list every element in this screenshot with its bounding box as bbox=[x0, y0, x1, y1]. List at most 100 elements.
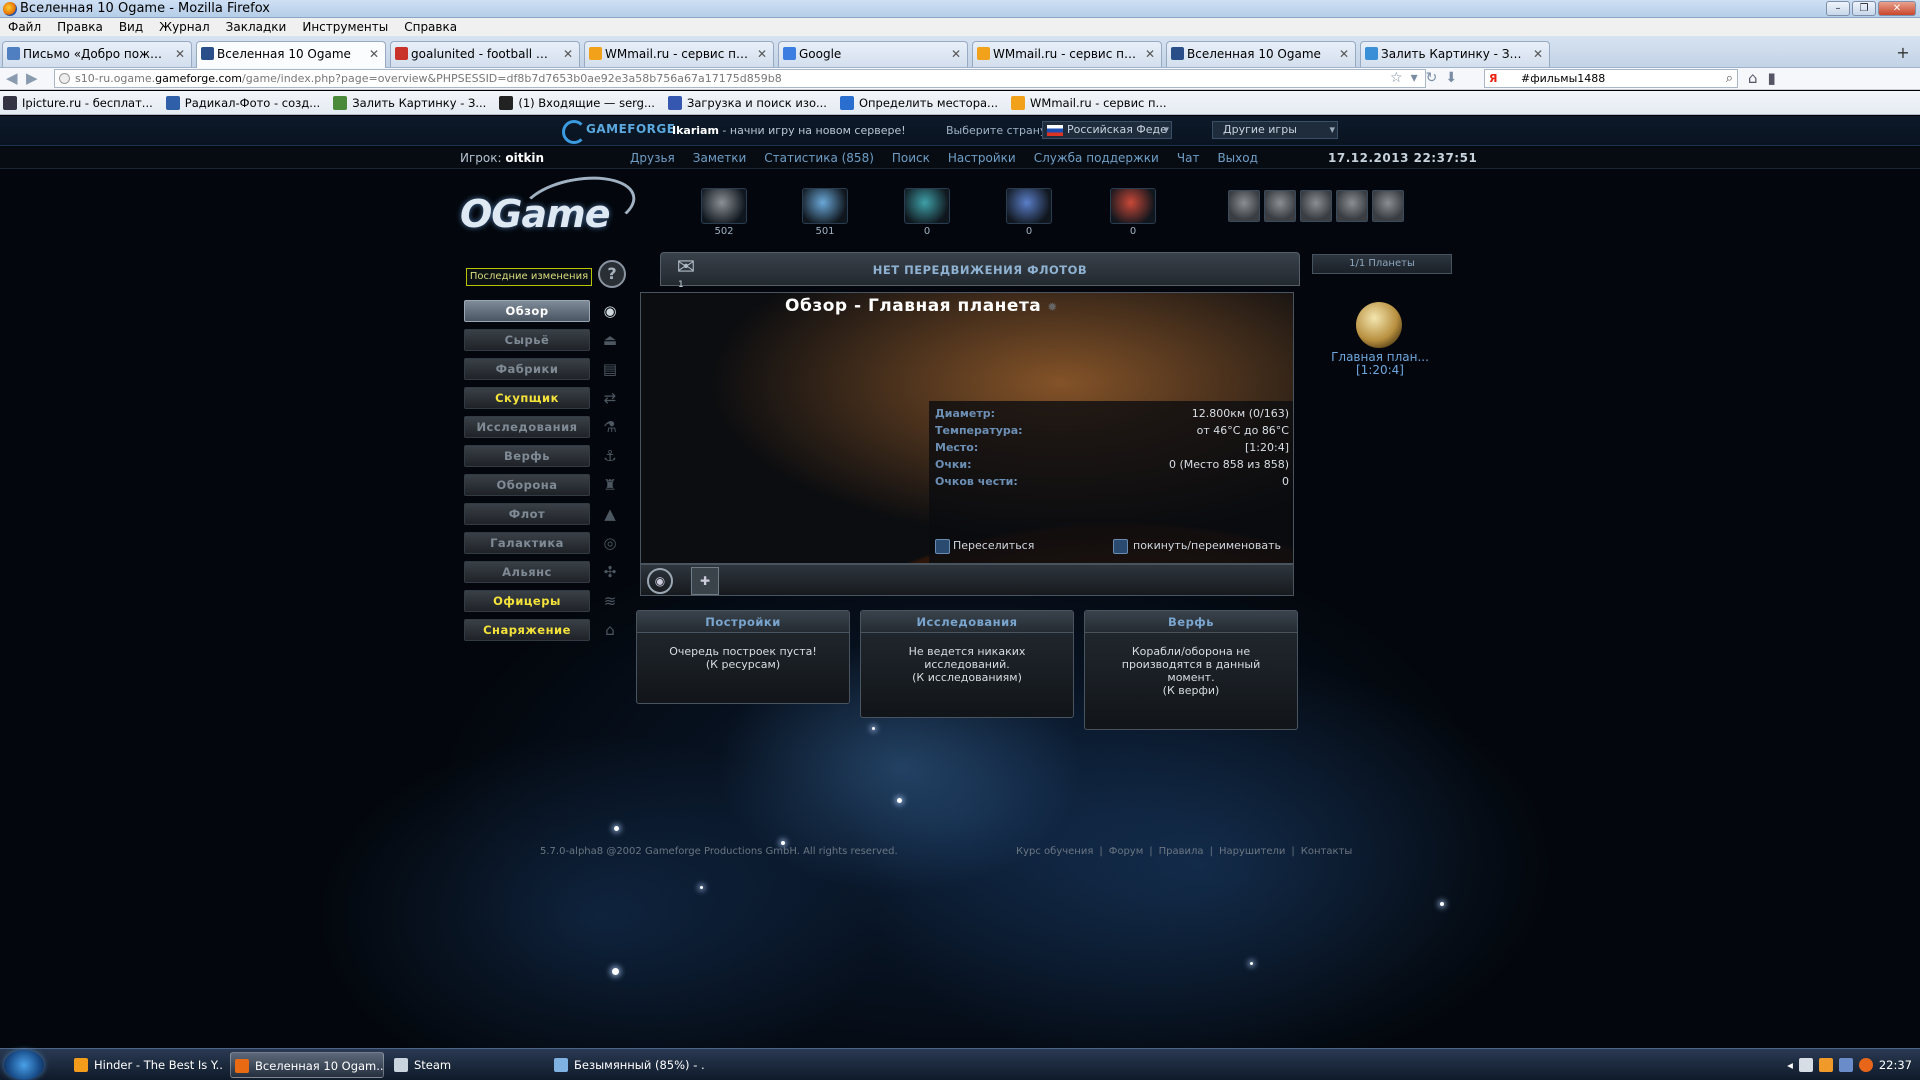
tab-1[interactable]: Вселенная 10 Ogame ✕ bbox=[196, 41, 386, 68]
country-select[interactable]: Российская Феде ▾ bbox=[1042, 121, 1172, 139]
close-tab-icon[interactable]: ✕ bbox=[1145, 42, 1155, 66]
network-icon[interactable] bbox=[1798, 1058, 1813, 1072]
menu-button-8[interactable]: Галактика bbox=[464, 532, 590, 554]
volume-icon[interactable] bbox=[1838, 1058, 1853, 1072]
tab-6[interactable]: Вселенная 10 Ogame ✕ bbox=[1166, 41, 1356, 67]
tab-4[interactable]: Google ✕ bbox=[778, 41, 968, 67]
menu-button-2[interactable]: Фабрики bbox=[464, 358, 590, 380]
planet-link[interactable]: Главная план... [1:20:4] bbox=[1300, 351, 1460, 377]
queue-link[interactable]: (К верфи) bbox=[1095, 684, 1287, 697]
tab-3[interactable]: WMmail.ru - сервис почтовых рассы... ✕ bbox=[584, 41, 774, 67]
menu-button-5[interactable]: Верфь bbox=[464, 445, 590, 467]
add-note-icon[interactable]: ✚ bbox=[691, 567, 719, 595]
bookmark-1[interactable]: Радикал-Фото - созд... bbox=[163, 91, 330, 114]
close-tab-icon[interactable]: ✕ bbox=[1533, 42, 1543, 66]
tab-0[interactable]: Письмо «Добро пожаловать в ОГей... ✕ bbox=[2, 41, 192, 67]
close-tab-icon[interactable]: ✕ bbox=[951, 42, 961, 66]
taskbar-item-2[interactable]: Steam bbox=[390, 1052, 544, 1078]
officer-portrait-1[interactable] bbox=[1264, 190, 1296, 222]
menu-button-6[interactable]: Оборона bbox=[464, 474, 590, 496]
menu-item-6[interactable]: Справка bbox=[404, 18, 457, 36]
messages-envelope-icon[interactable]: ✉ bbox=[660, 252, 712, 290]
top-link-7[interactable]: Выход bbox=[1217, 147, 1257, 169]
fleet-movement-bar[interactable]: НЕТ ПЕРЕДВИЖЕНИЯ ФЛОТОВ bbox=[660, 252, 1300, 286]
footer-link-4[interactable]: Контакты bbox=[1301, 844, 1352, 860]
taskbar-item-1[interactable]: Вселенная 10 Ogam... bbox=[230, 1052, 384, 1078]
officer-portrait-3[interactable] bbox=[1336, 190, 1368, 222]
footer-link-1[interactable]: Форум bbox=[1109, 844, 1144, 860]
menu-shortcut-icon[interactable]: ⌂ bbox=[598, 619, 622, 641]
menu-shortcut-icon[interactable]: ◉ bbox=[598, 300, 622, 322]
menu-shortcut-icon[interactable]: ⇄ bbox=[598, 387, 622, 409]
footer-link-0[interactable]: Курс обучения bbox=[1016, 844, 1093, 860]
resource-metal[interactable]: 502 bbox=[699, 188, 749, 237]
search-icon[interactable]: ⌕ bbox=[1726, 70, 1733, 87]
taskbar-item-0[interactable]: Hinder - The Best Is Y... bbox=[70, 1052, 224, 1078]
menu-shortcut-icon[interactable]: ⏏ bbox=[598, 329, 622, 351]
bookmark-4[interactable]: Загрузка и поиск изо... bbox=[665, 91, 837, 114]
promo-link[interactable]: Ikariam - начни игру на новом сервере! bbox=[672, 124, 906, 137]
taskbar-item-3[interactable]: Безымянный (85%) - ... bbox=[550, 1052, 704, 1078]
menu-button-9[interactable]: Альянс bbox=[464, 561, 590, 583]
queue-title[interactable]: Исследования bbox=[861, 611, 1073, 633]
bookmark-6[interactable]: WMmail.ru - сервис п... bbox=[1008, 91, 1176, 114]
firefox-tray-icon[interactable] bbox=[1858, 1058, 1873, 1072]
bookmark-0[interactable]: Ipicture.ru - бесплат... bbox=[0, 91, 163, 114]
menu-item-3[interactable]: Журнал bbox=[159, 18, 210, 36]
help-icon[interactable]: ? bbox=[598, 260, 626, 288]
top-link-6[interactable]: Чат bbox=[1177, 147, 1200, 169]
top-link-5[interactable]: Служба поддержки bbox=[1034, 147, 1159, 169]
ogame-logo[interactable]: OGame bbox=[460, 192, 611, 236]
menu-button-4[interactable]: Исследования bbox=[464, 416, 590, 438]
top-link-4[interactable]: Настройки bbox=[948, 147, 1016, 169]
menu-button-0[interactable]: Обзор bbox=[464, 300, 590, 322]
forward-arrow-icon[interactable]: ▶ bbox=[26, 69, 38, 87]
bookmark-5[interactable]: Определить местора... bbox=[837, 91, 1008, 114]
footer-link-2[interactable]: Правила bbox=[1159, 844, 1204, 860]
search-bar[interactable]: Я #фильмы1488 ⌕ bbox=[1484, 69, 1738, 88]
tray-arrow-icon[interactable]: ◂ bbox=[1787, 1049, 1793, 1080]
footer-link-3[interactable]: Нарушители bbox=[1219, 844, 1285, 860]
queue-title[interactable]: Постройки bbox=[637, 611, 849, 633]
officer-portrait-4[interactable] bbox=[1372, 190, 1404, 222]
maximize-button[interactable]: ❐ bbox=[1852, 1, 1876, 16]
menu-shortcut-icon[interactable]: ♜ bbox=[598, 474, 622, 496]
bookmark-star-icon[interactable]: ☆ bbox=[1390, 70, 1403, 86]
resource-energy[interactable]: 0 bbox=[1004, 188, 1054, 237]
back-arrow-icon[interactable]: ◀ bbox=[6, 69, 18, 87]
queue-link[interactable]: (К ресурсам) bbox=[647, 658, 839, 671]
resource-crystal[interactable]: 501 bbox=[800, 188, 850, 237]
top-link-0[interactable]: Друзья bbox=[630, 147, 675, 169]
minimize-button[interactable]: – bbox=[1826, 1, 1850, 16]
address-bar[interactable]: s10-ru.ogame.gameforge.com/game/index.ph… bbox=[54, 69, 1426, 88]
reload-icon[interactable]: ↻ bbox=[1426, 70, 1438, 86]
menu-button-3[interactable]: Скупщик bbox=[464, 387, 590, 409]
officer-portrait-2[interactable] bbox=[1300, 190, 1332, 222]
menu-item-2[interactable]: Вид bbox=[119, 18, 143, 36]
menu-shortcut-icon[interactable]: ⚗ bbox=[598, 416, 622, 438]
vlc-icon[interactable] bbox=[1818, 1058, 1833, 1072]
history-dropdown-icon[interactable]: ▾ bbox=[1411, 70, 1418, 86]
bookmark-3[interactable]: (1) Входящие — serg... bbox=[496, 91, 665, 114]
signal-icon[interactable]: ▮ bbox=[1768, 69, 1776, 87]
top-link-1[interactable]: Заметки bbox=[693, 147, 747, 169]
menu-button-11[interactable]: Снаряжение bbox=[464, 619, 590, 641]
tab-7[interactable]: Залить Картинку - Загрузить фото ... ✕ bbox=[1360, 41, 1550, 67]
gameforge-logo[interactable]: GAMEFORGE bbox=[562, 120, 675, 144]
queue-link[interactable]: (К исследованиям) bbox=[871, 671, 1063, 684]
close-tab-icon[interactable]: ✕ bbox=[563, 42, 573, 66]
gear-icon[interactable]: ✹ bbox=[1047, 300, 1058, 314]
planet-thumbnail[interactable] bbox=[1356, 302, 1402, 348]
menu-item-5[interactable]: Инструменты bbox=[302, 18, 388, 36]
queue-title[interactable]: Верфь bbox=[1085, 611, 1297, 633]
menu-button-1[interactable]: Сырьё bbox=[464, 329, 590, 351]
menu-shortcut-icon[interactable]: ≋ bbox=[598, 590, 622, 612]
menu-shortcut-icon[interactable]: ▤ bbox=[598, 358, 622, 380]
bookmark-2[interactable]: Залить Картинку - З... bbox=[330, 91, 496, 114]
menu-shortcut-icon[interactable]: ▲ bbox=[598, 503, 622, 525]
resource-dark-matter[interactable]: 0 bbox=[1108, 188, 1158, 237]
menu-shortcut-icon[interactable]: ⚓ bbox=[598, 445, 622, 467]
officer-portrait-0[interactable] bbox=[1228, 190, 1260, 222]
close-tab-icon[interactable]: ✕ bbox=[369, 42, 379, 66]
top-link-2[interactable]: Статистика (858) bbox=[764, 147, 874, 169]
